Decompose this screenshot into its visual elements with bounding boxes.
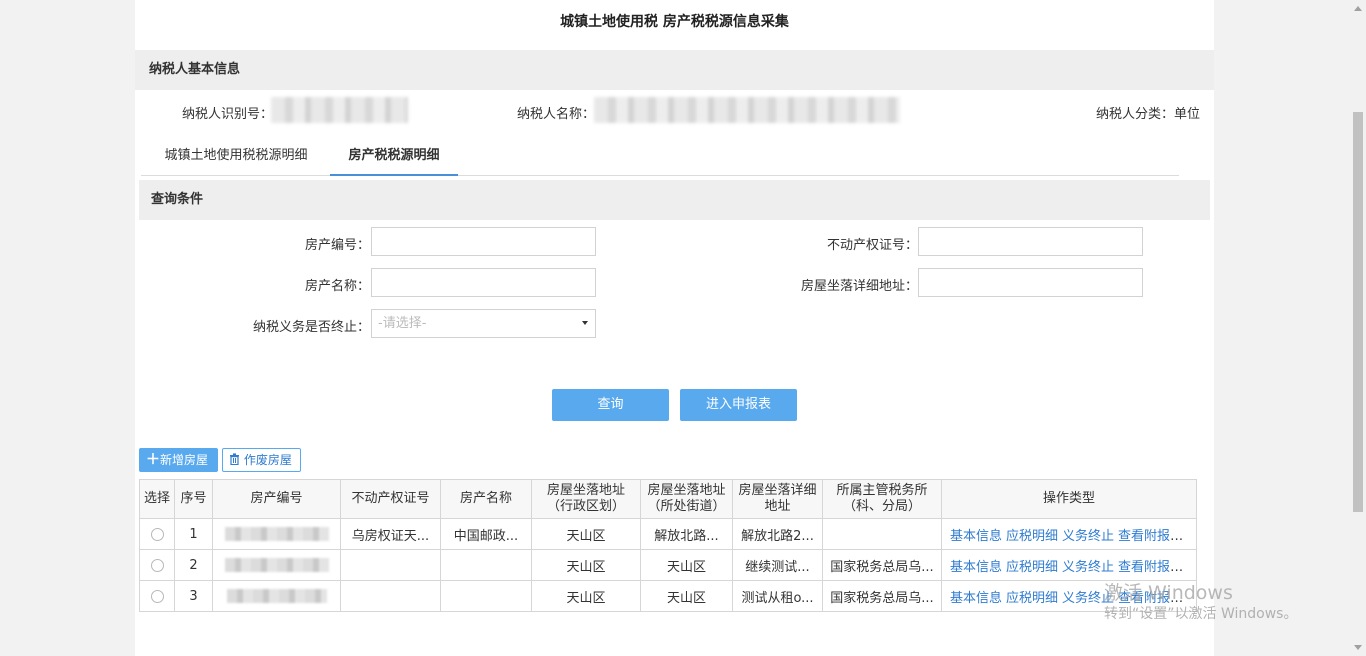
tab-bar: 城镇土地使用税税源明细 房产税税源明细	[141, 137, 1179, 176]
basic-info-section-title: 纳税人基本信息	[135, 50, 1214, 90]
row-radio[interactable]	[150, 527, 164, 541]
terminated-select-placeholder: -请选择-	[378, 316, 427, 331]
table-row[interactable]: 1 乌房权证天... 中国邮政... 天山区 解放北路... 解放北路2... …	[139, 518, 1197, 550]
op-basic-info-link[interactable]: 基本信息	[950, 529, 1002, 544]
row-property-no	[212, 518, 341, 550]
query-section-title: 查询条件	[139, 180, 1210, 220]
op-taxable-detail-link[interactable]: 应税明细	[1006, 591, 1058, 606]
col-street: 房屋坐落地址（所处街道）	[640, 479, 733, 519]
chevron-down-icon	[582, 321, 588, 325]
cert-no-input[interactable]	[918, 227, 1143, 256]
op-view-attachments-link[interactable]: 查看附报资...	[1118, 560, 1195, 575]
row-cert-no	[340, 580, 441, 612]
vertical-scrollbar[interactable]	[1350, 0, 1366, 656]
row-seq: 2	[174, 549, 213, 581]
property-name-label: 房产名称：	[304, 279, 370, 294]
address-label: 房屋坐落详细地址：	[800, 279, 918, 294]
col-office: 所属主管税务所（科、分局）	[822, 479, 942, 519]
op-taxable-detail-link[interactable]: 应税明细	[1006, 560, 1058, 575]
col-seq: 序号	[174, 479, 213, 519]
enter-report-button[interactable]: 进入申报表	[680, 389, 797, 421]
col-name: 房产名称	[440, 479, 532, 519]
scroll-up-arrow-icon[interactable]	[1354, 6, 1362, 11]
row-radio[interactable]	[150, 589, 164, 603]
property-no-label: 房产编号：	[304, 238, 370, 253]
property-name-input[interactable]	[371, 268, 596, 297]
row-ops: 基本信息 应税明细 义务终止 查看附报资...	[941, 518, 1197, 550]
col-ops: 操作类型	[941, 479, 1197, 519]
op-basic-info-link[interactable]: 基本信息	[950, 560, 1002, 575]
main-page: 城镇土地使用税 房产税税源信息采集 纳税人基本信息 纳税人识别号： 纳税人名称：…	[135, 0, 1214, 656]
search-button[interactable]: 查询	[552, 389, 669, 421]
row-detail: 继续测试...	[732, 549, 823, 581]
windows-activation-watermark-subtitle: 转到“设置”以激活 Windows。	[1104, 606, 1298, 622]
row-property-no	[212, 549, 341, 581]
row-property-no	[212, 580, 341, 612]
void-house-label: 作废房屋	[243, 453, 292, 467]
row-cert-no	[340, 549, 441, 581]
row-detail: 测试从租o...	[732, 580, 823, 612]
taxpayer-name-value-redacted	[594, 97, 900, 123]
row-office: 国家税务总局乌...	[822, 549, 942, 581]
table-header-row: 选择 序号 房产编号 不动产权证号 房产名称 房屋坐落地址（行政区划） 房屋坐落…	[139, 479, 1197, 519]
scroll-down-arrow-icon[interactable]	[1354, 645, 1362, 650]
taxpayer-name-label: 纳税人名称：	[517, 107, 596, 122]
add-house-button[interactable]: ＋新增房屋	[139, 448, 218, 472]
col-select: 选择	[139, 479, 175, 519]
row-seq: 3	[174, 580, 213, 612]
row-district: 天山区	[531, 580, 641, 612]
row-cert-no: 乌房权证天...	[340, 518, 441, 550]
void-house-button[interactable]: 作废房屋	[222, 448, 301, 472]
col-detail: 房屋坐落详细地址	[732, 479, 823, 519]
col-district: 房屋坐落地址（行政区划）	[531, 479, 641, 519]
plus-icon: ＋	[146, 452, 160, 468]
row-street: 天山区	[640, 549, 733, 581]
row-name	[440, 580, 532, 612]
taxpayer-id-value-redacted	[271, 97, 408, 123]
row-office	[822, 518, 942, 550]
row-district: 天山区	[531, 549, 641, 581]
taxpayer-id-label: 纳税人识别号：	[182, 107, 274, 122]
row-name: 中国邮政...	[440, 518, 532, 550]
tab-property-tax[interactable]: 房产税税源明细	[330, 137, 458, 176]
cert-no-label: 不动产权证号：	[826, 238, 918, 253]
add-house-label: 新增房屋	[160, 453, 209, 467]
table-row[interactable]: 2 天山区 天山区 继续测试... 国家税务总局乌... 基本信息 应税明细 义务终…	[139, 549, 1197, 581]
row-radio[interactable]	[150, 558, 164, 572]
page-title: 城镇土地使用税 房产税税源信息采集	[560, 14, 789, 30]
row-name	[440, 549, 532, 581]
row-street: 解放北路...	[640, 518, 733, 550]
property-table: 选择 序号 房产编号 不动产权证号 房产名称 房屋坐落地址（行政区划） 房屋坐落…	[139, 479, 1197, 612]
address-input[interactable]	[918, 268, 1143, 297]
property-no-input[interactable]	[371, 227, 596, 256]
row-office: 国家税务总局乌...	[822, 580, 942, 612]
col-property-no: 房产编号	[212, 479, 341, 519]
terminated-label: 纳税义务是否终止：	[252, 320, 370, 335]
tab-land-use-tax[interactable]: 城镇土地使用税税源明细	[149, 137, 323, 174]
trash-icon	[229, 453, 244, 467]
row-seq: 1	[174, 518, 213, 550]
terminated-select[interactable]: -请选择-	[371, 309, 596, 338]
scrollbar-thumb[interactable]	[1353, 112, 1363, 512]
row-street: 天山区	[640, 580, 733, 612]
windows-activation-watermark-title: 激活 Windows	[1104, 582, 1233, 604]
col-cert-no: 不动产权证号	[340, 479, 441, 519]
row-ops: 基本信息 应税明细 义务终止 查看附报资...	[941, 549, 1197, 581]
op-taxable-detail-link[interactable]: 应税明细	[1006, 529, 1058, 544]
row-district: 天山区	[531, 518, 641, 550]
op-terminate-link[interactable]: 义务终止	[1062, 529, 1114, 544]
row-detail: 解放北路2...	[732, 518, 823, 550]
table-row[interactable]: 3 天山区 天山区 测试从租o... 国家税务总局乌... 基本信息 应税明细 义务…	[139, 580, 1197, 612]
op-basic-info-link[interactable]: 基本信息	[950, 591, 1002, 606]
taxpayer-type-label: 纳税人分类：单位	[1096, 107, 1201, 122]
op-terminate-link[interactable]: 义务终止	[1062, 560, 1114, 575]
op-view-attachments-link[interactable]: 查看附报资...	[1118, 529, 1195, 544]
